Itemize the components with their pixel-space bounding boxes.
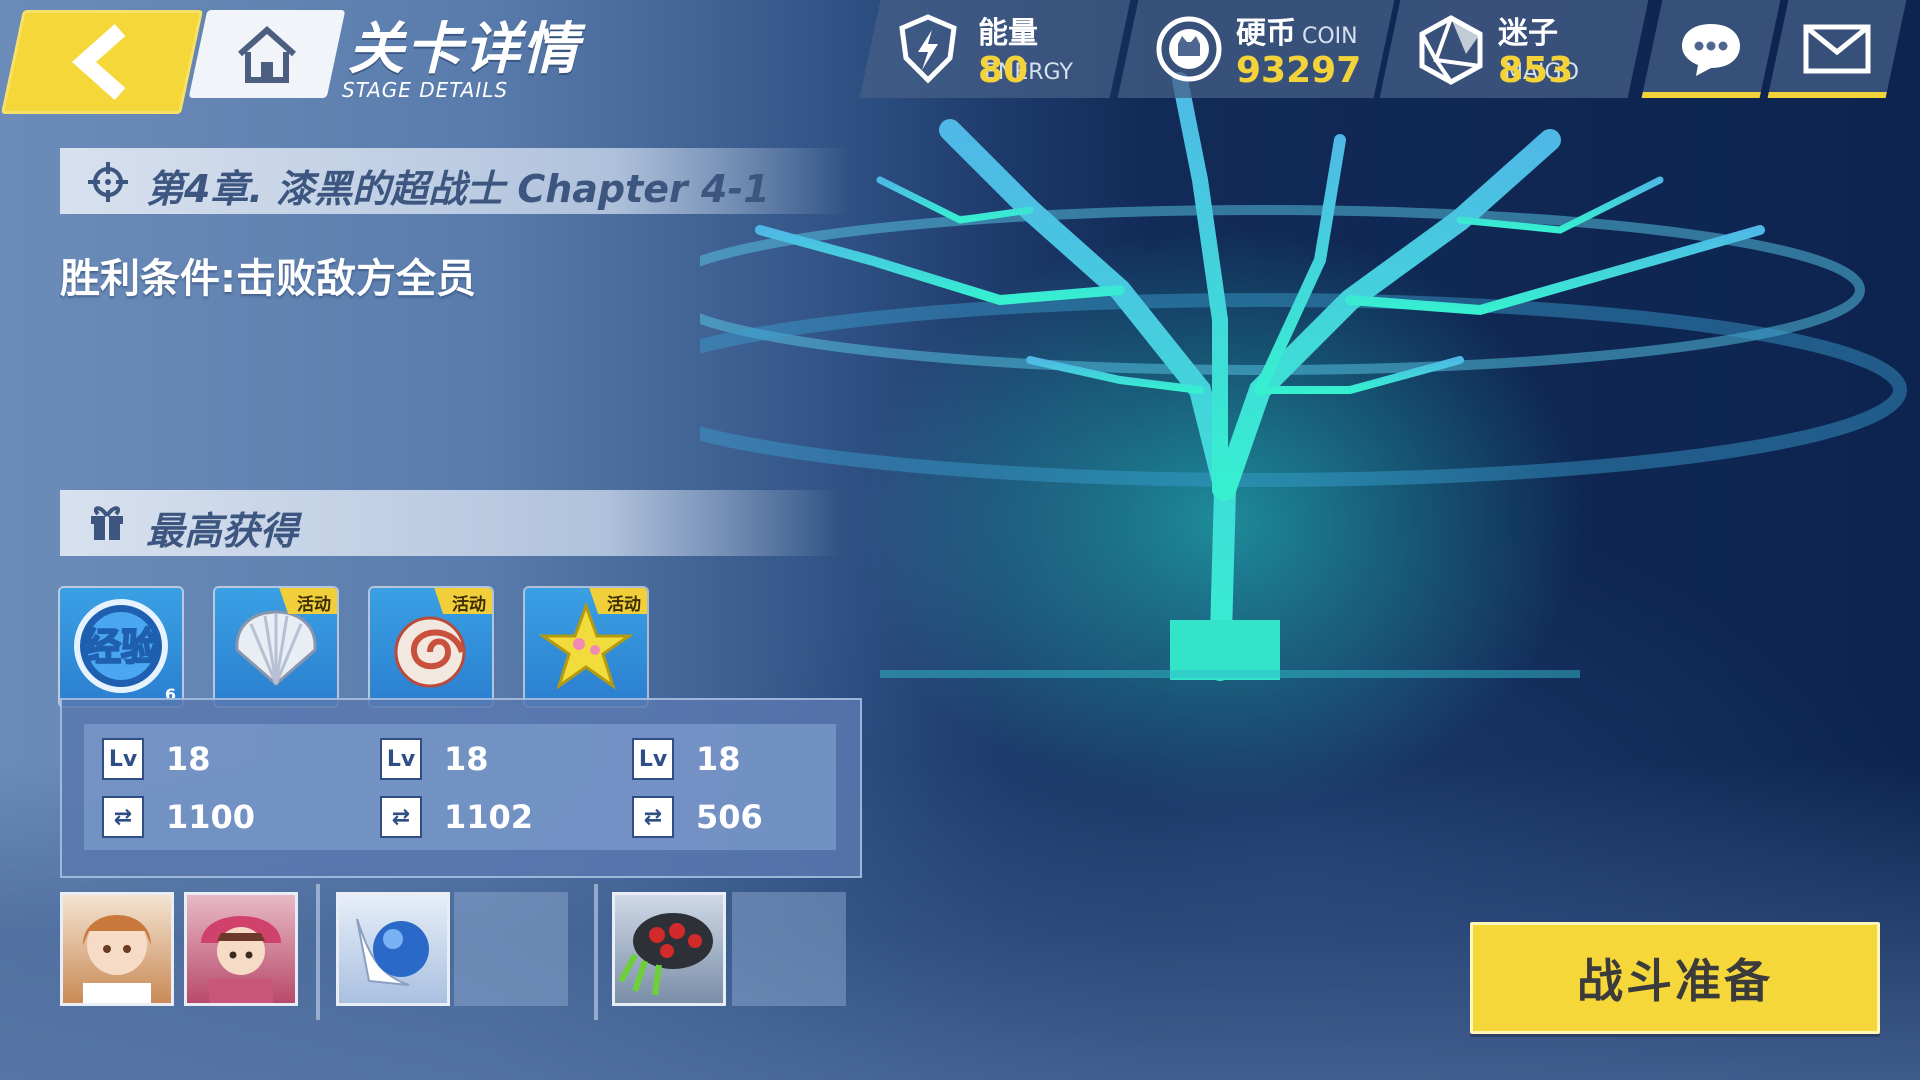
victory-condition: 胜利条件:击败敌方全员: [60, 256, 476, 302]
coin-label-en: COIN: [1302, 24, 1358, 49]
energy-value: 80: [978, 50, 1029, 91]
level-value: 18: [696, 740, 741, 778]
stat-level-2: Lv 18: [380, 738, 489, 780]
maigo-label: 迷子: [1498, 16, 1558, 51]
coin-label: 硬币: [1236, 16, 1296, 51]
equipment-card-1[interactable]: [336, 892, 450, 1006]
reward-header: 最高获得: [60, 490, 840, 556]
page-subtitle: STAGE DETAILS: [342, 78, 509, 102]
coin-resource: 硬币 COIN 93297: [1117, 0, 1395, 98]
reward-item-shell[interactable]: 活动: [215, 588, 337, 706]
maigo-value: 853: [1498, 50, 1574, 91]
energy-icon: [899, 14, 957, 84]
mail-icon: [1803, 24, 1871, 74]
reward-item-nautilus[interactable]: 活动: [370, 588, 492, 706]
gift-icon: [91, 506, 123, 540]
reward-item-exp[interactable]: 经验 6: [60, 588, 182, 706]
page-title: 关卡详情: [348, 17, 580, 82]
chapter-title: 第4章. 漆黑的超战士 Chapter 4-1: [146, 167, 770, 211]
level-badge-icon: Lv: [632, 738, 674, 780]
team-stats-panel: Lv 18 ⇄ 1100 Lv 18 ⇄ 1102 Lv 18 ⇄ 506: [60, 698, 862, 878]
event-tag: 活动: [452, 595, 486, 615]
character-card-2[interactable]: [184, 892, 298, 1006]
back-button[interactable]: [0, 10, 204, 114]
stat-power-2: ⇄ 1102: [380, 796, 533, 838]
crosshair-icon: [88, 162, 128, 202]
cyber-tree-background: [700, 72, 1907, 681]
stat-level-1: Lv 18: [102, 738, 211, 780]
mail-button[interactable]: [1767, 0, 1907, 98]
character-portrait-icon: [83, 915, 151, 1003]
stat-power-1: ⇄ 1100: [102, 796, 255, 838]
reward-title: 最高获得: [146, 509, 299, 553]
chat-button[interactable]: [1641, 0, 1781, 98]
power-icon: ⇄: [632, 796, 674, 838]
event-tag: 活动: [607, 595, 641, 615]
battle-prepare-label: 战斗准备: [1577, 954, 1773, 1008]
level-badge-icon: Lv: [102, 738, 144, 780]
energy-label: 能量: [978, 16, 1038, 51]
chapter-header: 第4章. 漆黑的超战士 Chapter 4-1: [60, 148, 850, 214]
battle-prepare-button[interactable]: 战斗准备: [1470, 922, 1880, 1034]
enemy-card-1[interactable]: [612, 892, 726, 1006]
coin-icon: [1156, 16, 1222, 82]
blue-orb-icon: [356, 918, 429, 986]
character-card-1[interactable]: [60, 892, 174, 1006]
empty-slot[interactable]: [454, 892, 568, 1006]
spider-robot-icon: [618, 913, 713, 996]
reward-item-star[interactable]: 活动: [525, 588, 647, 706]
exp-icon: 经验: [74, 599, 168, 693]
home-icon: [238, 25, 296, 83]
chat-bubble-icon: [1682, 24, 1740, 76]
power-value: 1100: [166, 798, 256, 836]
event-tag: 活动: [297, 595, 331, 615]
level-badge-icon: Lv: [380, 738, 422, 780]
stat-level-3: Lv 18: [632, 738, 741, 780]
power-value: 1102: [444, 798, 534, 836]
power-icon: ⇄: [380, 796, 422, 838]
maigo-icon: [1419, 15, 1483, 85]
exp-icon-label: 经验: [83, 625, 159, 669]
empty-slot[interactable]: [732, 892, 846, 1006]
level-value: 18: [166, 740, 211, 778]
chevron-left-icon: [71, 24, 126, 100]
stat-power-3: ⇄ 506: [632, 796, 763, 838]
maigo-resource: 迷子MAIGO 853: [1379, 0, 1649, 98]
level-value: 18: [444, 740, 489, 778]
character-portrait-icon: [201, 916, 281, 1003]
power-value: 506: [696, 798, 763, 836]
home-button[interactable]: [188, 10, 346, 98]
coin-value: 93297: [1236, 50, 1362, 91]
energy-resource: 能量ENERGY 80: [859, 0, 1131, 98]
power-icon: ⇄: [102, 796, 144, 838]
